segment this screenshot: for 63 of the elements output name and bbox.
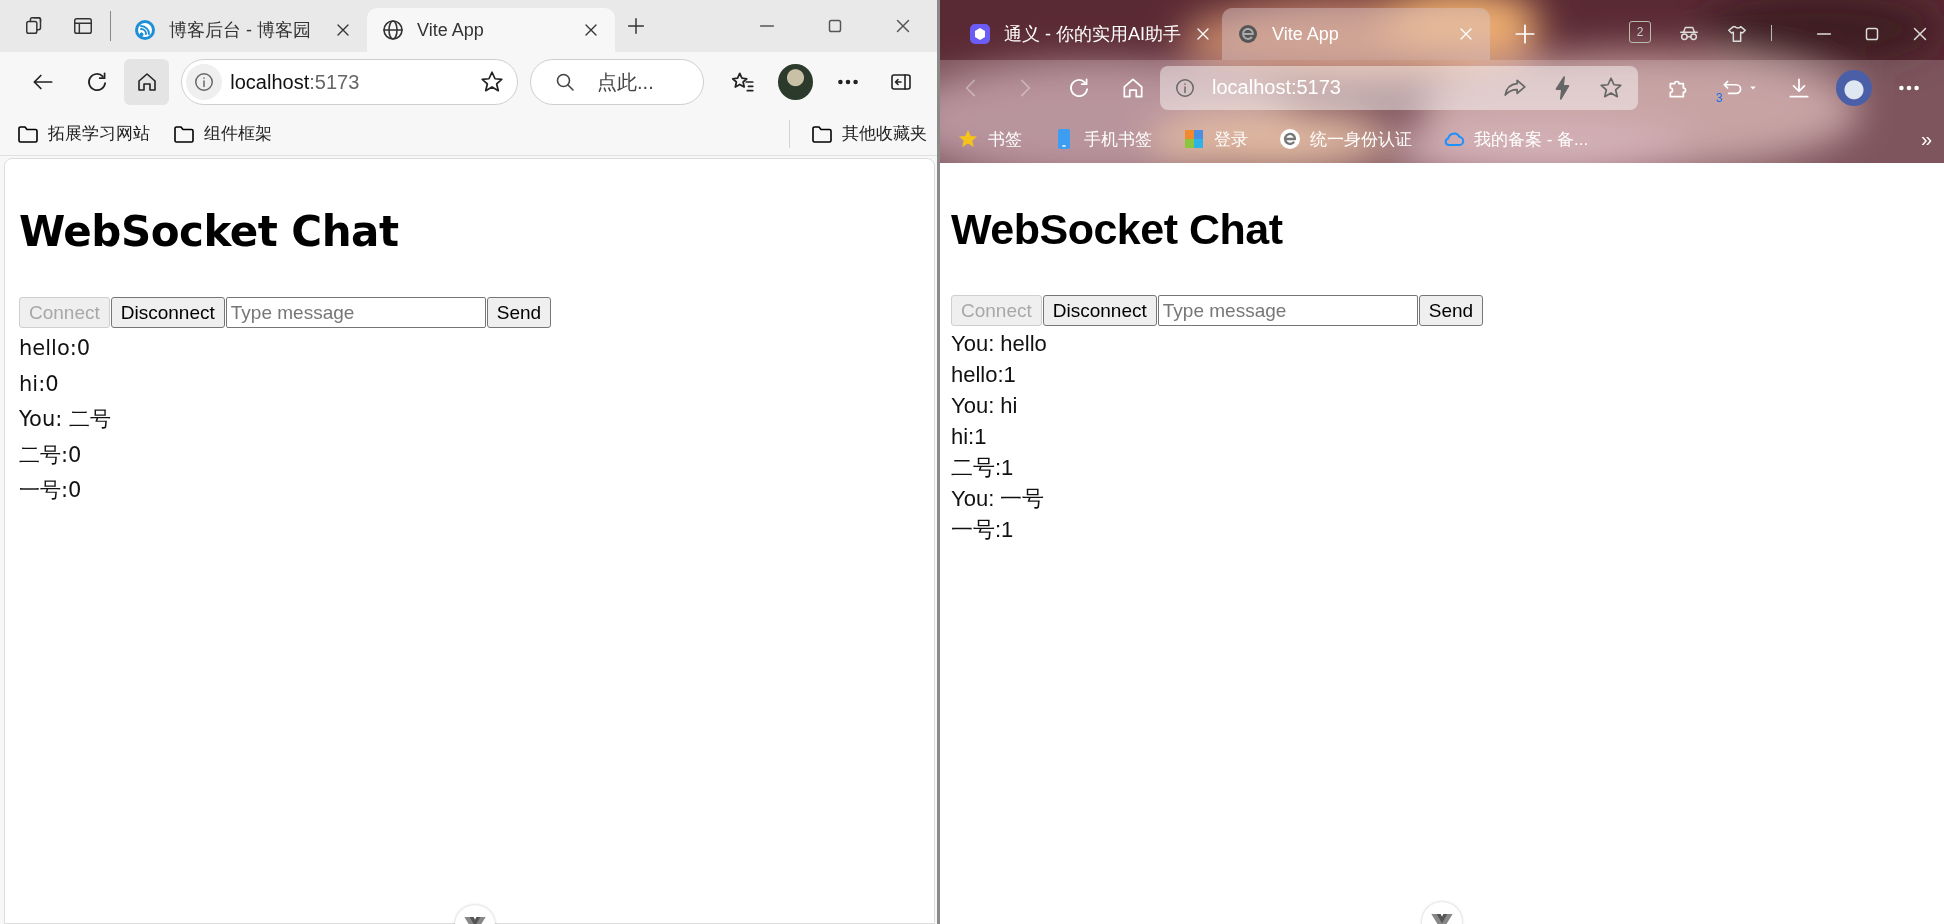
new-tab-icon[interactable] (625, 15, 647, 37)
page-heading: WebSocket Chat (951, 205, 1284, 254)
bookmark-label: 手机书签 (1084, 128, 1152, 151)
info-icon[interactable] (1174, 76, 1196, 99)
bookmark-folder[interactable]: 其他收藏夹 (810, 121, 927, 146)
url-text: localhost:5173 (230, 70, 360, 94)
chat-message: You: hi (951, 392, 1018, 420)
bookmark-label: 其他收藏夹 (842, 123, 927, 145)
browser-tab[interactable]: Vite App (367, 8, 615, 52)
chat-message: hello:1 (951, 361, 1016, 389)
bookmark-icon (1278, 127, 1302, 151)
bookmark-label: 拓展学习网站 (48, 123, 150, 145)
chat-message: You: 二号 (19, 406, 111, 433)
home-button[interactable] (124, 59, 170, 105)
site-logo-icon (968, 22, 992, 46)
favorites-icon[interactable] (729, 69, 756, 95)
chat-message: You: hello (951, 330, 1047, 358)
message-input[interactable]: Type message (225, 297, 486, 328)
bookmark-label: 我的备案 - 备... (1474, 128, 1589, 151)
chat-message: hi:0 (19, 370, 59, 398)
bookmark-label: 组件框架 (204, 123, 272, 145)
search-field[interactable]: 点此... (530, 59, 704, 105)
site-logo-icon (133, 18, 157, 42)
url-text: localhost:5173 (1212, 76, 1341, 99)
bookmark-icon (1182, 127, 1206, 151)
profile-avatar[interactable] (777, 64, 813, 100)
send-button[interactable]: Send (1418, 295, 1484, 326)
send-button[interactable]: Send (486, 297, 552, 328)
bookmark-label: 书签 (988, 128, 1022, 151)
tab-title: Vite App (417, 19, 485, 41)
star-icon[interactable] (479, 69, 506, 95)
chat-message: 一号:0 (19, 477, 82, 504)
tab-title: 通义 - 你的实用AI助手 (1004, 23, 1181, 46)
site-logo-icon (1236, 22, 1260, 46)
chat-message: 一号:1 (951, 516, 1014, 544)
search-placeholder: 点此... (597, 69, 654, 95)
bookmark-label: 登录 (1214, 128, 1248, 151)
bookmark-folder[interactable]: 拓展学习网站 (16, 121, 150, 146)
tab-title: 博客后台 - 博客园 (169, 19, 312, 42)
page-heading: WebSocket Chat (19, 207, 400, 256)
browser-tab[interactable]: 通义 - 你的实用AI助手 (954, 8, 1222, 60)
disconnect-button[interactable]: Disconnect (1042, 295, 1157, 326)
more-bookmarks-button[interactable]: » (1920, 127, 1932, 151)
message-input[interactable]: Type message (1157, 295, 1418, 326)
chat-message: You: 一号 (951, 485, 1045, 513)
info-icon[interactable] (193, 71, 216, 93)
chat-message: 二号:0 (19, 441, 82, 469)
address-bar[interactable]: localhost:5173 (181, 59, 519, 105)
chat-message: hi:1 (951, 423, 987, 451)
count-label: 3 (1716, 90, 1723, 105)
star-icon[interactable] (1598, 74, 1624, 101)
tab-title: Vite App (1272, 23, 1340, 45)
chat-message: 二号:1 (951, 454, 1014, 482)
caret-icon (1748, 84, 1758, 91)
disconnect-button[interactable]: Disconnect (110, 297, 225, 328)
tab-actions-icon[interactable] (72, 15, 94, 37)
chat-message: hello:0 (19, 335, 91, 362)
tab-count[interactable]: 2 (1629, 21, 1651, 43)
globe-icon (381, 18, 405, 42)
shirt-icon[interactable] (1726, 23, 1748, 45)
bookmark-folder[interactable]: 组件框架 (172, 121, 272, 146)
bookmark-label: 统一身份认证 (1310, 128, 1412, 151)
browser-tab[interactable]: 博客后台 - 博客园 (119, 8, 367, 52)
